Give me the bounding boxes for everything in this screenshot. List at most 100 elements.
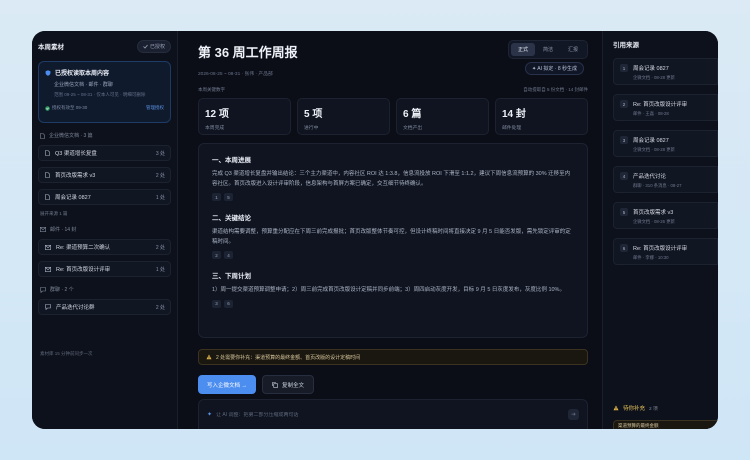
sync-status: 素材库 15 分钟前同步一次 xyxy=(40,351,93,356)
check-circle-icon xyxy=(45,105,50,111)
send-icon[interactable]: ➜ xyxy=(568,409,579,420)
citation-item[interactable]: 1 周会记录 0827 企微文档 · 08-28 更新 xyxy=(613,58,718,85)
citation-item[interactable]: 3 周会记录 0827 企微文档 · 08-28 更新 xyxy=(613,130,718,157)
source-item[interactable]: Re: 渠道预算二次确认 2 处 xyxy=(38,239,171,255)
pending-item[interactable]: 渠道预算的最终金额 xyxy=(613,420,718,429)
stat-card: 6 篇 文档产出 xyxy=(396,98,489,135)
docs-section-label: 企业微信文档 · 3 篇 xyxy=(40,132,171,139)
check-icon xyxy=(143,44,148,49)
citation-item[interactable]: 4 产品迭代讨论 群聊 · 310 条消息 · 08-27 xyxy=(613,166,718,193)
auth-title: 已授权读取本周内容 xyxy=(55,71,110,77)
citation-number: 5 xyxy=(620,208,628,216)
source-item[interactable]: 首页改版需求 v3 2 处 xyxy=(38,167,171,183)
citation-chip[interactable]: 3 xyxy=(212,299,221,308)
stat-label: 邮件处理 xyxy=(502,126,522,131)
mail-section-label: 邮件 · 14 封 xyxy=(40,226,171,233)
mail-label: 邮件 · 14 封 xyxy=(50,227,77,233)
source-name: Q3 渠道增长复盘 xyxy=(55,151,97,157)
write-to-doc-button[interactable]: 写入企微文档 → xyxy=(198,375,257,394)
authorized-pill[interactable]: 已授权 xyxy=(136,39,171,53)
auth-validity: 授权有效至 09-30 xyxy=(45,105,87,111)
source-item[interactable]: Re: 首页改版设计评审 1 处 xyxy=(38,261,171,277)
tab-formal[interactable]: 正式 xyxy=(510,43,535,56)
stat-label: 本周完成 xyxy=(205,126,225,131)
document-icon xyxy=(45,194,50,200)
mail-icon xyxy=(45,266,51,272)
missing-info-banner[interactable]: 2 处需要你补充：渠道预算的最终金额、首页改版的设计定稿时间 xyxy=(198,349,588,365)
citation-meta: 企微文档 · 08-26 更新 xyxy=(633,219,675,224)
section-text: 渠道结构需要调整，预算重分配应在下周三前完成报批；首页改版整体节奏可控，但设计终… xyxy=(212,229,571,245)
auth-sources: 企业微信文档 · 邮件 · 群聊 xyxy=(54,82,113,88)
stat-value: 12 项 xyxy=(205,109,229,120)
sidebar-title: 本周素材 xyxy=(38,44,64,51)
section-text: 1）周一提交渠道预算调整申请；2）周三前完成首页改版设计定稿并同步前端；3）周四… xyxy=(212,287,565,293)
section-heading: 三、下周计划 xyxy=(212,273,251,280)
ai-badge: ✦ AI 拟定 · 8 秒生成 xyxy=(524,62,584,75)
copy-all-button[interactable]: 复制全文 xyxy=(262,375,315,394)
report-body[interactable]: 一、本周进展 完成 Q3 渠道增长复盘并输出结论：三个主力渠道中，内容社区 RO… xyxy=(198,143,588,338)
section-heading: 二、关键结论 xyxy=(212,215,251,222)
sparkle-icon: ✦ xyxy=(207,412,213,418)
source-item[interactable]: 产品迭代讨论群 2 处 xyxy=(38,299,171,315)
citation-item[interactable]: 6 Re: 首页改版设计评审 邮件 · 李娜 · 10:30 xyxy=(613,238,718,265)
stat-card: 5 项 进行中 xyxy=(297,98,390,135)
stat-label: 进行中 xyxy=(304,126,319,131)
source-count: 1 处 xyxy=(155,266,165,273)
stats-row: 12 项 本周完成 5 项 进行中 6 篇 文档产出 14 封 邮件处理 xyxy=(198,98,588,135)
citation-chip[interactable]: 1 xyxy=(212,193,221,201)
citation-meta: 企微文档 · 08-28 更新 xyxy=(633,147,675,152)
citation-chip[interactable]: 4 xyxy=(224,251,233,259)
source-name: Re: 首页改版设计评审 xyxy=(56,267,111,273)
citation-chip[interactable]: 5 xyxy=(224,193,233,201)
citation-item[interactable]: 2 Re: 首页改版设计评审 邮件 · 王磊 · 08-28 xyxy=(613,94,718,121)
citation-title: Re: 首页改版设计评审 xyxy=(633,102,688,108)
stat-value: 14 封 xyxy=(502,109,526,120)
section-text: 完成 Q3 渠道增长复盘并输出结论：三个主力渠道中，内容社区 ROI 达 1:3… xyxy=(212,171,571,187)
shield-icon xyxy=(45,69,51,76)
chat-icon xyxy=(40,286,46,293)
source-name: 产品迭代讨论群 xyxy=(56,305,95,311)
authorized-label: 已授权 xyxy=(149,43,165,50)
stat-card: 14 封 邮件处理 xyxy=(495,98,588,135)
stat-label: 文档产出 xyxy=(403,126,423,131)
stats-label: 本周关键数字 xyxy=(198,87,225,92)
style-tabs: 正式 简洁 汇报 xyxy=(507,40,588,59)
citation-meta: 企微文档 · 08-28 更新 xyxy=(633,75,675,80)
tab-report[interactable]: 汇报 xyxy=(561,43,585,56)
ai-prompt-bar: ✦ ➜ xyxy=(198,399,588,429)
auth-valid-text: 授权有效至 09-30 xyxy=(52,105,88,110)
auth-card: 已授权读取本周内容 企业微信文档 · 邮件 · 群聊 范围 09-25 ~ 08… xyxy=(38,61,171,123)
manage-auth-link[interactable]: 管理授权 xyxy=(146,105,164,111)
citation-meta: 群聊 · 310 条消息 · 08-27 xyxy=(633,183,682,188)
missing-info-text: 2 处需要你补充：渠道预算的最终金额、首页改版的设计定稿时间 xyxy=(216,354,361,361)
citations-panel: 引用来源 1 周会记录 0827 企微文档 · 08-28 更新 2 Re: 首页… xyxy=(602,31,718,429)
warning-icon xyxy=(613,405,619,411)
auth-scope: 范围 09-25 ~ 08-31 · 仅本人可见 · 明细可删除 xyxy=(54,92,146,97)
pending-label: 待你补充 xyxy=(623,406,646,412)
source-item[interactable]: Q3 渠道增长复盘 3 处 xyxy=(38,145,171,161)
citation-chip[interactable]: 6 xyxy=(224,299,233,308)
citation-meta: 邮件 · 李娜 · 10:30 xyxy=(633,255,669,260)
expand-sources-link[interactable]: 展开来源 1 篇 xyxy=(40,211,171,217)
citation-title: Re: 首页改版设计评审 xyxy=(633,246,688,252)
stat-value: 6 篇 xyxy=(403,109,422,120)
citation-number: 2 xyxy=(620,100,628,108)
source-count: 2 处 xyxy=(155,304,165,311)
source-count: 2 处 xyxy=(155,244,165,251)
source-item[interactable]: 周会记录 0827 1 处 xyxy=(38,189,171,205)
citation-title: 周会记录 0827 xyxy=(633,138,669,144)
report-editor: 第 36 周工作周报 正式 简洁 汇报 ✦ AI 拟定 · 8 秒生成 2026… xyxy=(178,31,602,429)
citation-number: 3 xyxy=(620,136,628,144)
citation-number: 6 xyxy=(620,244,628,252)
citation-chip[interactable]: 2 xyxy=(212,251,221,259)
chat-section-label: 群聊 · 2 个 xyxy=(40,286,171,293)
ai-prompt-input[interactable] xyxy=(216,411,564,418)
citation-number: 1 xyxy=(620,64,628,72)
citation-item[interactable]: 5 首页改版需求 v3 企微文档 · 08-26 更新 xyxy=(613,202,718,229)
stat-value: 5 项 xyxy=(304,109,323,120)
chat-label: 群聊 · 2 个 xyxy=(50,287,74,293)
document-icon xyxy=(40,132,45,139)
citation-title: 产品迭代讨论 xyxy=(633,174,667,180)
sparkle-icon: ✦ xyxy=(531,66,537,72)
tab-concise[interactable]: 简洁 xyxy=(536,43,560,56)
